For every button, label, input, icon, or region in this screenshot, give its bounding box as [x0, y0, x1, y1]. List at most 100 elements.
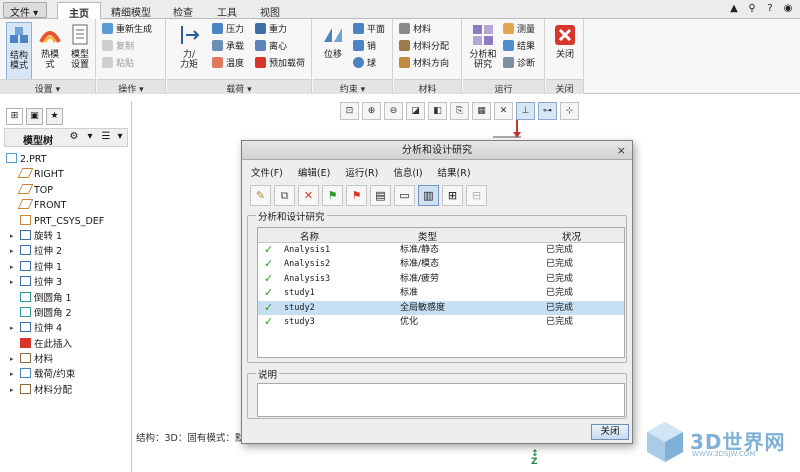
expand-arrow-icon[interactable]: ▸: [10, 260, 14, 275]
tree-item[interactable]: ▸ 拉伸 4: [4, 321, 130, 336]
tab-home[interactable]: 主页: [57, 2, 101, 20]
tree-item[interactable]: ▸ 拉伸 1: [4, 260, 130, 275]
tree-item[interactable]: 倒圆角 2: [4, 306, 130, 321]
status-report-icon[interactable]: ▤: [370, 185, 391, 206]
settings-group-label[interactable]: 设置 ▾: [0, 79, 95, 95]
copy-button[interactable]: 复制: [102, 40, 134, 54]
expand-arrow-icon[interactable]: ▸: [10, 383, 14, 398]
zoom-out-icon[interactable]: ⊖: [384, 102, 403, 120]
file-menu-button[interactable]: 文件 ▾: [3, 2, 47, 19]
repaint-icon[interactable]: ◪: [406, 102, 425, 120]
plane-constraint-button[interactable]: 平面: [353, 23, 385, 37]
tab-view[interactable]: 视图: [250, 2, 290, 19]
column-type[interactable]: 类型: [418, 229, 437, 243]
dialog-close-button[interactable]: 关闭: [591, 424, 629, 440]
optimize-icon[interactable]: ⊟: [466, 185, 487, 206]
study-row[interactable]: ✓ study3 优化 已完成: [258, 315, 624, 329]
gravity-button[interactable]: 重力: [255, 23, 287, 37]
loads-group-label[interactable]: 载荷 ▾: [167, 79, 311, 95]
simulation-display-icon[interactable]: ⊹: [560, 102, 579, 120]
stop-run-flag-icon[interactable]: ⚑: [346, 185, 367, 206]
menu-file[interactable]: 文件(F): [251, 165, 283, 179]
menu-results[interactable]: 结果(R): [438, 165, 471, 179]
zoom-in-icon[interactable]: ⊕: [362, 102, 381, 120]
study-row[interactable]: ✓ study1 标准 已完成: [258, 286, 624, 300]
material-orientation-button[interactable]: 材料方向: [399, 57, 449, 71]
annotation-display-icon[interactable]: ⊶: [538, 102, 557, 120]
tree-item[interactable]: 2.PRT: [4, 152, 130, 167]
tree-columns-icon[interactable]: ☰: [99, 131, 113, 144]
tree-item[interactable]: RIGHT: [4, 167, 130, 182]
check-model-icon[interactable]: ⊞: [442, 185, 463, 206]
chevron-down-icon[interactable]: ▾: [83, 131, 97, 144]
tree-item[interactable]: 倒圆角 1: [4, 291, 130, 306]
ball-constraint-button[interactable]: 球: [353, 57, 376, 71]
copy-icon[interactable]: ⧉: [274, 185, 295, 206]
analyses-studies-button[interactable]: 分析和 研究: [467, 22, 499, 70]
paste-button[interactable]: 粘贴: [102, 57, 134, 71]
study-row[interactable]: ✓ study2 全局敏感度 已完成: [258, 300, 624, 315]
measure-button[interactable]: 测量: [503, 23, 535, 37]
review-results-icon[interactable]: ▥: [418, 185, 439, 206]
pin-constraint-button[interactable]: 销: [353, 40, 376, 54]
constraints-group-label[interactable]: 约束 ▾: [313, 79, 392, 95]
expand-arrow-icon[interactable]: ▸: [10, 352, 14, 367]
datum-display-icon[interactable]: ⊥: [516, 102, 535, 120]
material-button[interactable]: 材料: [399, 23, 431, 37]
description-field[interactable]: [257, 383, 625, 417]
pressure-button[interactable]: 压力: [212, 23, 244, 37]
favorites-tab-icon[interactable]: ★: [46, 108, 63, 125]
tree-item[interactable]: ▸ 拉伸 3: [4, 275, 130, 290]
chevron-down-icon[interactable]: ▾: [113, 131, 127, 144]
operations-group-label[interactable]: 操作 ▾: [97, 79, 165, 95]
bearing-button[interactable]: 承载: [212, 40, 244, 54]
menu-info[interactable]: 信息(I): [393, 165, 422, 179]
expand-arrow-icon[interactable]: ▸: [10, 275, 14, 290]
expand-arrow-icon[interactable]: ▸: [10, 367, 14, 382]
expand-arrow-icon[interactable]: ▸: [10, 229, 14, 244]
column-name[interactable]: 名称: [300, 229, 319, 243]
tree-item[interactable]: ▸ 材料分配: [4, 383, 130, 398]
tree-settings-icon[interactable]: ⚙: [67, 131, 81, 144]
start-run-flag-icon[interactable]: ⚑: [322, 185, 343, 206]
tab-inspect[interactable]: 检查: [163, 2, 203, 19]
view-manager-icon[interactable]: ▦: [472, 102, 491, 120]
diagnose-button[interactable]: 诊断: [503, 57, 535, 71]
preload-button[interactable]: 预加载荷: [255, 57, 305, 71]
study-row[interactable]: ✓ Analysis3 标准/疲劳 已完成: [258, 272, 624, 286]
settings-icon[interactable]: ◉: [782, 3, 794, 15]
close-button[interactable]: 关闭: [551, 22, 579, 60]
regenerate-button[interactable]: 重新生成: [102, 23, 152, 37]
thermal-mode-button[interactable]: 热模 式: [37, 22, 63, 70]
expand-arrow-icon[interactable]: ▸: [10, 244, 14, 259]
menu-run[interactable]: 运行(R): [345, 165, 378, 179]
tree-item[interactable]: 在此插入: [4, 337, 130, 352]
tab-tools[interactable]: 工具: [207, 2, 247, 19]
structure-mode-button[interactable]: 结构 模式: [6, 22, 32, 80]
tree-item[interactable]: ▸ 旋转 1: [4, 229, 130, 244]
study-row[interactable]: ✓ Analysis1 标准/静态 已完成: [258, 243, 624, 257]
help-icon[interactable]: ?: [764, 3, 776, 15]
temperature-button[interactable]: 温度: [212, 57, 244, 71]
model-tree-tab-icon[interactable]: ⊞: [6, 108, 23, 125]
column-status[interactable]: 状况: [562, 229, 581, 243]
menu-edit[interactable]: 编辑(E): [298, 165, 330, 179]
edit-pencil-icon[interactable]: ✎: [250, 185, 271, 206]
delete-icon[interactable]: ✕: [298, 185, 319, 206]
dialog-title-bar[interactable]: 分析和设计研究 ×: [242, 141, 632, 160]
tree-item[interactable]: FRONT: [4, 198, 130, 213]
folder-browser-tab-icon[interactable]: ▣: [26, 108, 43, 125]
results-button[interactable]: 结果: [503, 40, 535, 54]
expand-icon[interactable]: ▲: [728, 3, 740, 15]
model-setup-button[interactable]: 模型 设置: [67, 22, 93, 70]
force-moment-button[interactable]: 力/ 力矩: [175, 22, 203, 70]
tree-item[interactable]: ▸ 材料: [4, 352, 130, 367]
saved-orientations-icon[interactable]: ⎘: [450, 102, 469, 120]
summary-icon[interactable]: ▭: [394, 185, 415, 206]
centrifugal-button[interactable]: 离心: [255, 40, 287, 54]
search-icon[interactable]: ⚲: [746, 3, 758, 15]
tree-item[interactable]: PRT_CSYS_DEF: [4, 214, 130, 229]
tree-item[interactable]: ▸ 载荷/约束: [4, 367, 130, 382]
display-style-icon[interactable]: ◧: [428, 102, 447, 120]
perspective-icon[interactable]: ✕: [494, 102, 513, 120]
